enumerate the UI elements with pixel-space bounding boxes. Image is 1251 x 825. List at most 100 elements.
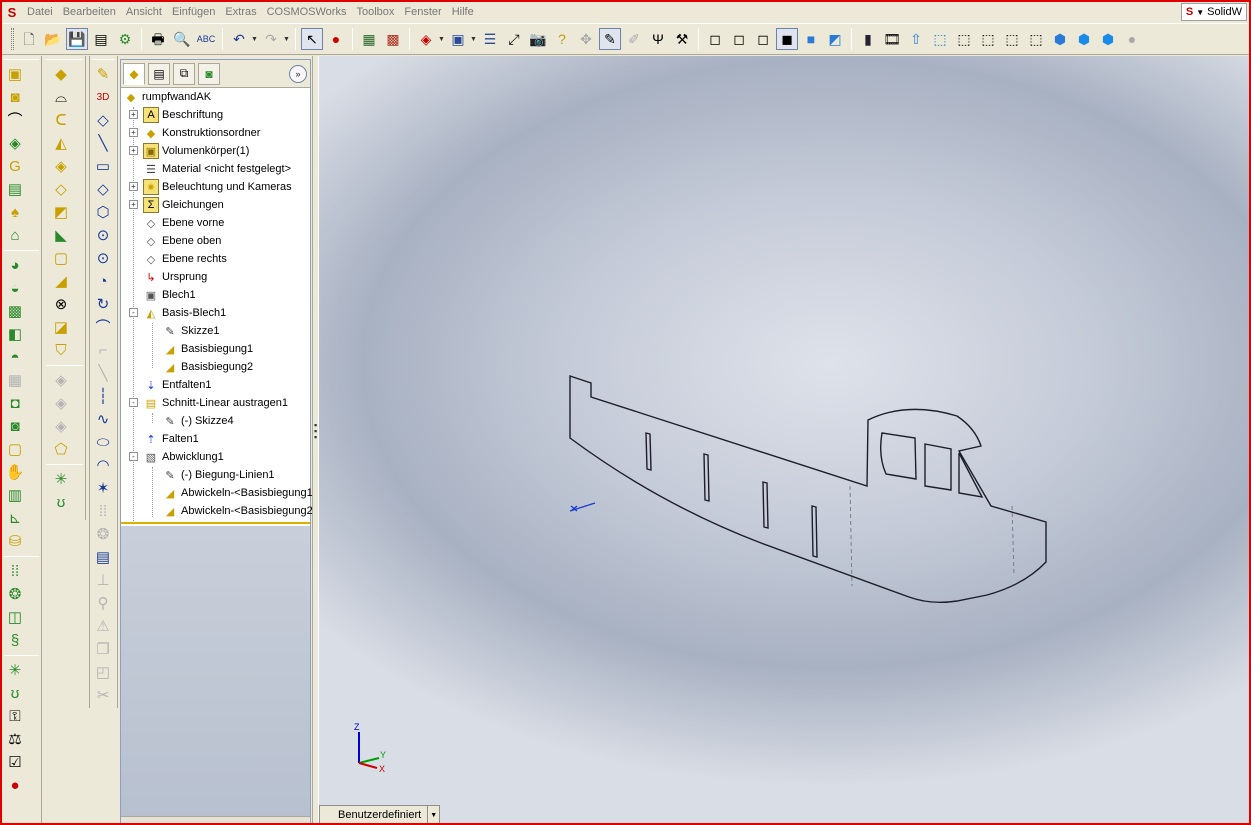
- view-dimetric-icon[interactable]: ●: [1121, 28, 1143, 50]
- tree-node[interactable]: ◇ Ebene vorne: [143, 214, 225, 232]
- new-document-icon[interactable]: 🗋: [18, 28, 40, 50]
- jog-icon[interactable]: ◇: [48, 178, 74, 201]
- tree-expand-toggle[interactable]: +: [129, 110, 138, 119]
- boundary-icon[interactable]: G: [2, 155, 28, 178]
- extrude-cut-icon[interactable]: ▤: [2, 178, 28, 201]
- spline-icon[interactable]: ∿: [90, 408, 116, 431]
- tree-node[interactable]: ◭ Basis-Blech1: [143, 304, 226, 322]
- chevron-down-icon[interactable]: ▼: [427, 806, 439, 823]
- unfold-icon[interactable]: ◪: [48, 316, 74, 339]
- smart-dimension-icon[interactable]: ◇: [90, 109, 116, 132]
- tree-node[interactable]: ◢ Basisbiegung1: [162, 340, 253, 358]
- undo-icon[interactable]: ↶: [228, 28, 250, 50]
- hidden-lines-visible-icon[interactable]: ◻: [728, 28, 750, 50]
- welded-corner-icon[interactable]: ▢: [48, 247, 74, 270]
- camera-icon[interactable]: 📷: [527, 28, 549, 50]
- break-corner-icon[interactable]: ◢: [48, 270, 74, 293]
- tree-node[interactable]: ◇ Ebene rechts: [143, 250, 227, 268]
- viewport-icon[interactable]: ▣: [447, 28, 469, 50]
- cabin-window-front[interactable]: [879, 432, 917, 480]
- view-orientation-select[interactable]: Benutzerdefiniert ▼: [319, 805, 441, 823]
- tree-node[interactable]: ▣ Blech1: [143, 286, 196, 304]
- deform-icon[interactable]: ▥: [2, 484, 28, 507]
- panel-splitter[interactable]: ▪ ▪ ▪: [312, 56, 319, 823]
- viewport-dropdown-icon[interactable]: ▼: [470, 36, 478, 43]
- menu-datei[interactable]: Datei: [22, 3, 58, 21]
- view-bottom-icon[interactable]: ⬢: [1049, 28, 1071, 50]
- partial-ellipse-icon[interactable]: ◠: [90, 454, 116, 477]
- select-icon[interactable]: ↖: [301, 28, 323, 50]
- reference-plane-icon[interactable]: ✳: [48, 468, 74, 491]
- tree-node[interactable]: ⇡ Falten1: [143, 430, 198, 448]
- tree-expand-toggle[interactable]: +: [129, 128, 138, 137]
- tree-expand-toggle[interactable]: +: [129, 182, 138, 191]
- traffic-light-icon[interactable]: ●: [325, 28, 347, 50]
- solidworks-resources-button[interactable]: S ▼ SolidW: [1180, 3, 1247, 21]
- grid-icon[interactable]: ▦: [358, 28, 380, 50]
- mass-properties-icon[interactable]: ⚖: [2, 728, 28, 751]
- point-icon[interactable]: ✶: [90, 477, 116, 500]
- camera-view-icon[interactable]: 🎞: [881, 28, 903, 50]
- miter-flange-icon[interactable]: ◭: [48, 132, 74, 155]
- curves-icon[interactable]: ʊ: [48, 491, 74, 514]
- tree-expand-toggle[interactable]: -: [129, 308, 138, 317]
- view-right-icon[interactable]: ⬚: [1001, 28, 1023, 50]
- closed-corner-icon[interactable]: ◣: [48, 224, 74, 247]
- insert-bends-icon[interactable]: ⬠: [48, 438, 74, 461]
- view-trimetric-icon[interactable]: ⬢: [1097, 28, 1119, 50]
- loft-icon[interactable]: ◈: [2, 132, 28, 155]
- toolbar-grip[interactable]: [11, 28, 14, 50]
- view-top-icon[interactable]: ⬚: [1025, 28, 1047, 50]
- shaded-edges-icon[interactable]: ◼: [776, 28, 798, 50]
- tree-node[interactable]: ✎ Skizze1: [162, 322, 219, 340]
- tree-node[interactable]: ◢ Abwickeln-<Basisbiegung2>: [162, 502, 319, 520]
- options-icon[interactable]: ⚙: [114, 28, 136, 50]
- ellipse-icon[interactable]: ⬭: [90, 431, 116, 454]
- print-preview-icon[interactable]: ▤: [90, 28, 112, 50]
- tree-node[interactable]: ↳ Ursprung: [143, 268, 207, 286]
- menu-fenster[interactable]: Fenster: [399, 3, 446, 21]
- chamfer-icon[interactable]: ◒: [2, 277, 28, 300]
- view-back-icon[interactable]: ⬚: [953, 28, 975, 50]
- line-icon[interactable]: ╲: [90, 132, 116, 155]
- print-icon[interactable]: 🖶: [147, 28, 169, 50]
- tool-icon[interactable]: ⚒: [671, 28, 693, 50]
- sketched-bend-icon[interactable]: ◩: [48, 201, 74, 224]
- undo-dropdown-icon[interactable]: ▼: [251, 36, 259, 43]
- base-flange-icon[interactable]: ⌓: [48, 86, 74, 109]
- menu-einfuegen[interactable]: Einfügen: [167, 3, 220, 21]
- flatten-icon[interactable]: ◈: [48, 369, 74, 392]
- preview-icon[interactable]: 🔍: [171, 28, 193, 50]
- sheet-metal-icon[interactable]: ◆: [48, 63, 74, 86]
- tab-feature-tree[interactable]: ◆: [123, 62, 145, 85]
- fit-icon[interactable]: ⤢: [503, 28, 525, 50]
- parallelogram-icon[interactable]: ◇: [90, 178, 116, 201]
- centerline-icon[interactable]: ┆: [90, 385, 116, 408]
- swept-cut-icon[interactable]: ⌂: [2, 224, 28, 247]
- reference-geometry-icon[interactable]: ⊾: [2, 507, 28, 530]
- checklist-icon[interactable]: ☑: [2, 751, 28, 774]
- curve-pattern-icon[interactable]: §: [2, 629, 28, 652]
- cabin-window-middle[interactable]: [924, 443, 952, 491]
- sketch-dim-icon[interactable]: ✐: [623, 28, 645, 50]
- slot-3[interactable]: [762, 481, 769, 529]
- hole-wizard-icon[interactable]: ◘: [2, 392, 28, 415]
- tree-root[interactable]: ◆ rumpfwandAK: [123, 88, 211, 106]
- appearance-icon[interactable]: ●: [2, 774, 28, 797]
- tree-node[interactable]: ▧ Abwicklung1: [143, 448, 224, 466]
- hidden-lines-removed-icon[interactable]: ◻: [752, 28, 774, 50]
- shaded-icon[interactable]: ■: [800, 28, 822, 50]
- cabin-window-rear[interactable]: [958, 452, 984, 498]
- tree-node[interactable]: ⇣ Entfalten1: [143, 376, 211, 394]
- tree-node[interactable]: ☰ Material <nicht festgelegt>: [143, 160, 291, 178]
- tree-node[interactable]: ✎ (-) Skizze4: [162, 412, 233, 430]
- draft-icon[interactable]: ◓: [2, 346, 28, 369]
- menu-cosmosworks[interactable]: COSMOSWorks: [262, 3, 352, 21]
- brick-icon[interactable]: ▩: [382, 28, 404, 50]
- no-bends-icon[interactable]: ◈: [48, 392, 74, 415]
- tab-configuration-manager[interactable]: ⧉: [173, 62, 195, 85]
- solidworks-logo-icon[interactable]: S: [2, 3, 22, 21]
- sketch-fillet-icon[interactable]: ⌐: [90, 339, 116, 362]
- redo-icon[interactable]: ↷: [260, 28, 282, 50]
- copy-entities-icon[interactable]: ❐: [90, 638, 116, 661]
